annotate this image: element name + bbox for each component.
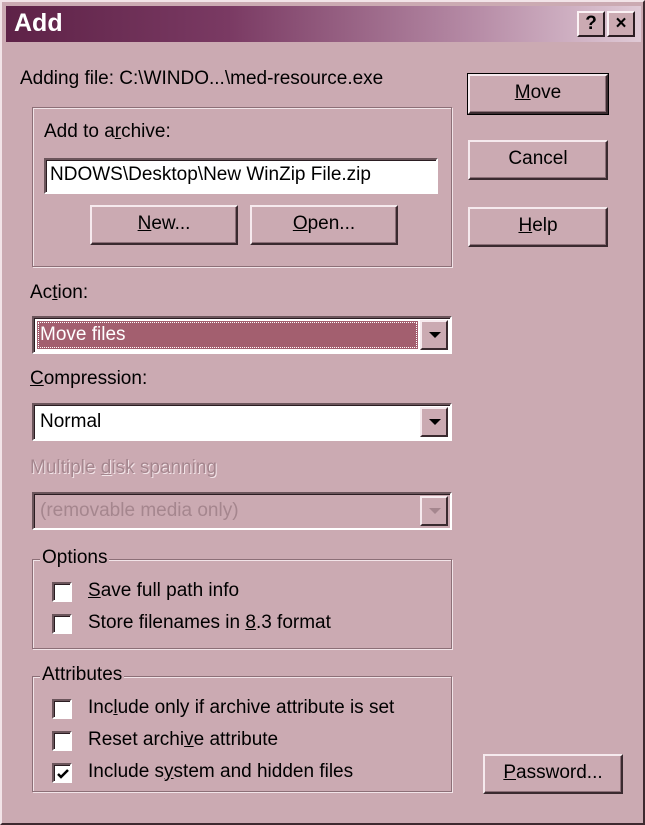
attr-1-pre: Reset archi — [88, 729, 185, 750]
new-archive-button[interactable]: New... — [90, 205, 238, 245]
question-mark-icon: ? — [585, 13, 597, 34]
compression-select[interactable]: Normal — [32, 403, 452, 441]
disk-spanning-select: (removable media only) — [32, 492, 452, 530]
action-select[interactable]: Move files — [32, 316, 452, 354]
spanning-label-pre: Multiple — [30, 457, 101, 478]
chevron-down-icon — [429, 508, 441, 514]
cancel-button-label: Cancel — [508, 148, 568, 169]
action-label-pre: Ac — [30, 282, 53, 303]
archive-path-input[interactable]: NDOWS\Desktop\New WinZip File.zip — [44, 158, 438, 194]
spanning-label-post: isk spanning — [111, 457, 217, 478]
option-1-pre: Store filenames in — [88, 612, 246, 633]
move-button-label: ove — [530, 82, 562, 103]
password-button-key: P — [503, 762, 517, 783]
attr-0-post: ude only if archive attribute is set — [117, 697, 395, 718]
include-system-hidden-checkbox[interactable] — [52, 763, 72, 783]
help-title-button[interactable]: ? — [577, 11, 605, 37]
options-group — [32, 559, 452, 649]
help-button[interactable]: Help — [468, 207, 608, 247]
move-button[interactable]: Move — [467, 73, 609, 115]
open-button-key: O — [292, 213, 308, 234]
reset-archive-attr-checkbox[interactable] — [52, 731, 72, 751]
help-button-key: H — [518, 215, 533, 236]
new-button-label: ew... — [151, 213, 191, 234]
compression-label-post: ompression: — [43, 368, 148, 389]
window-title: Add — [14, 9, 63, 37]
attr-0-pre: Inc — [88, 697, 114, 718]
open-archive-button[interactable]: Open... — [250, 205, 398, 245]
new-button-key: N — [137, 213, 152, 234]
attr-2-post: stem and hidden files — [173, 761, 354, 782]
archive-label-post: chive: — [121, 121, 171, 142]
move-button-key: M — [514, 82, 531, 103]
archive-label-pre: Add to a — [44, 121, 115, 142]
attr-1-key: v — [184, 729, 194, 750]
add-to-archive-label: Add to archive: — [44, 121, 171, 143]
compression-select-value: Normal — [40, 411, 102, 432]
option-0-key: S — [88, 580, 101, 601]
option-1-post: .3 format — [255, 612, 331, 633]
password-button[interactable]: Password... — [483, 754, 623, 794]
attr-2-key: y — [164, 761, 174, 782]
compression-dropdown-button[interactable] — [420, 407, 448, 437]
options-legend: Options — [40, 547, 110, 569]
action-label-post: ion: — [57, 282, 89, 303]
save-full-path-checkbox[interactable] — [52, 582, 72, 602]
chevron-down-icon — [429, 332, 441, 338]
checkmark-icon — [57, 769, 69, 779]
add-dialog: Add ? × Adding file: C:\WINDO...\med-res… — [0, 0, 645, 825]
password-button-label: assword... — [516, 762, 603, 783]
store-8-3-label[interactable]: Store filenames in 8.3 format — [88, 612, 331, 634]
open-button-label: pen... — [307, 213, 356, 234]
close-icon: × — [615, 13, 627, 34]
store-8-3-checkbox[interactable] — [52, 614, 72, 634]
compression-label: Compression: — [30, 368, 147, 390]
attr-1-post: e attribute — [193, 729, 279, 750]
option-1-key: 8 — [245, 612, 256, 633]
spanning-label-key: d — [100, 457, 112, 478]
help-button-label: elp — [532, 215, 558, 236]
action-dropdown-button[interactable] — [420, 320, 448, 350]
cancel-button[interactable]: Cancel — [468, 140, 608, 180]
include-system-hidden-label[interactable]: Include system and hidden files — [88, 761, 353, 783]
reset-archive-attr-label[interactable]: Reset archive attribute — [88, 729, 278, 751]
disk-spanning-dropdown-button — [420, 496, 448, 526]
action-select-value: Move files — [37, 321, 418, 349]
chevron-down-icon — [429, 419, 441, 425]
title-bar[interactable]: Add ? × — [6, 6, 641, 42]
attributes-legend: Attributes — [40, 664, 125, 686]
save-full-path-label[interactable]: Save full path info — [88, 580, 239, 602]
disk-spanning-select-value: (removable media only) — [40, 500, 239, 521]
compression-label-key: C — [30, 368, 44, 389]
close-button[interactable]: × — [607, 11, 635, 37]
include-archive-attr-label[interactable]: Include only if archive attribute is set — [88, 697, 394, 719]
include-archive-attr-checkbox[interactable] — [52, 699, 72, 719]
action-label: Action: — [30, 282, 88, 304]
adding-file-label: Adding file: C:\WINDO...\med-resource.ex… — [20, 68, 384, 89]
attr-2-pre: Include s — [88, 761, 165, 782]
disk-spanning-label: Multiple disk spanning — [30, 457, 217, 479]
option-0-post: ave full path info — [100, 580, 240, 601]
